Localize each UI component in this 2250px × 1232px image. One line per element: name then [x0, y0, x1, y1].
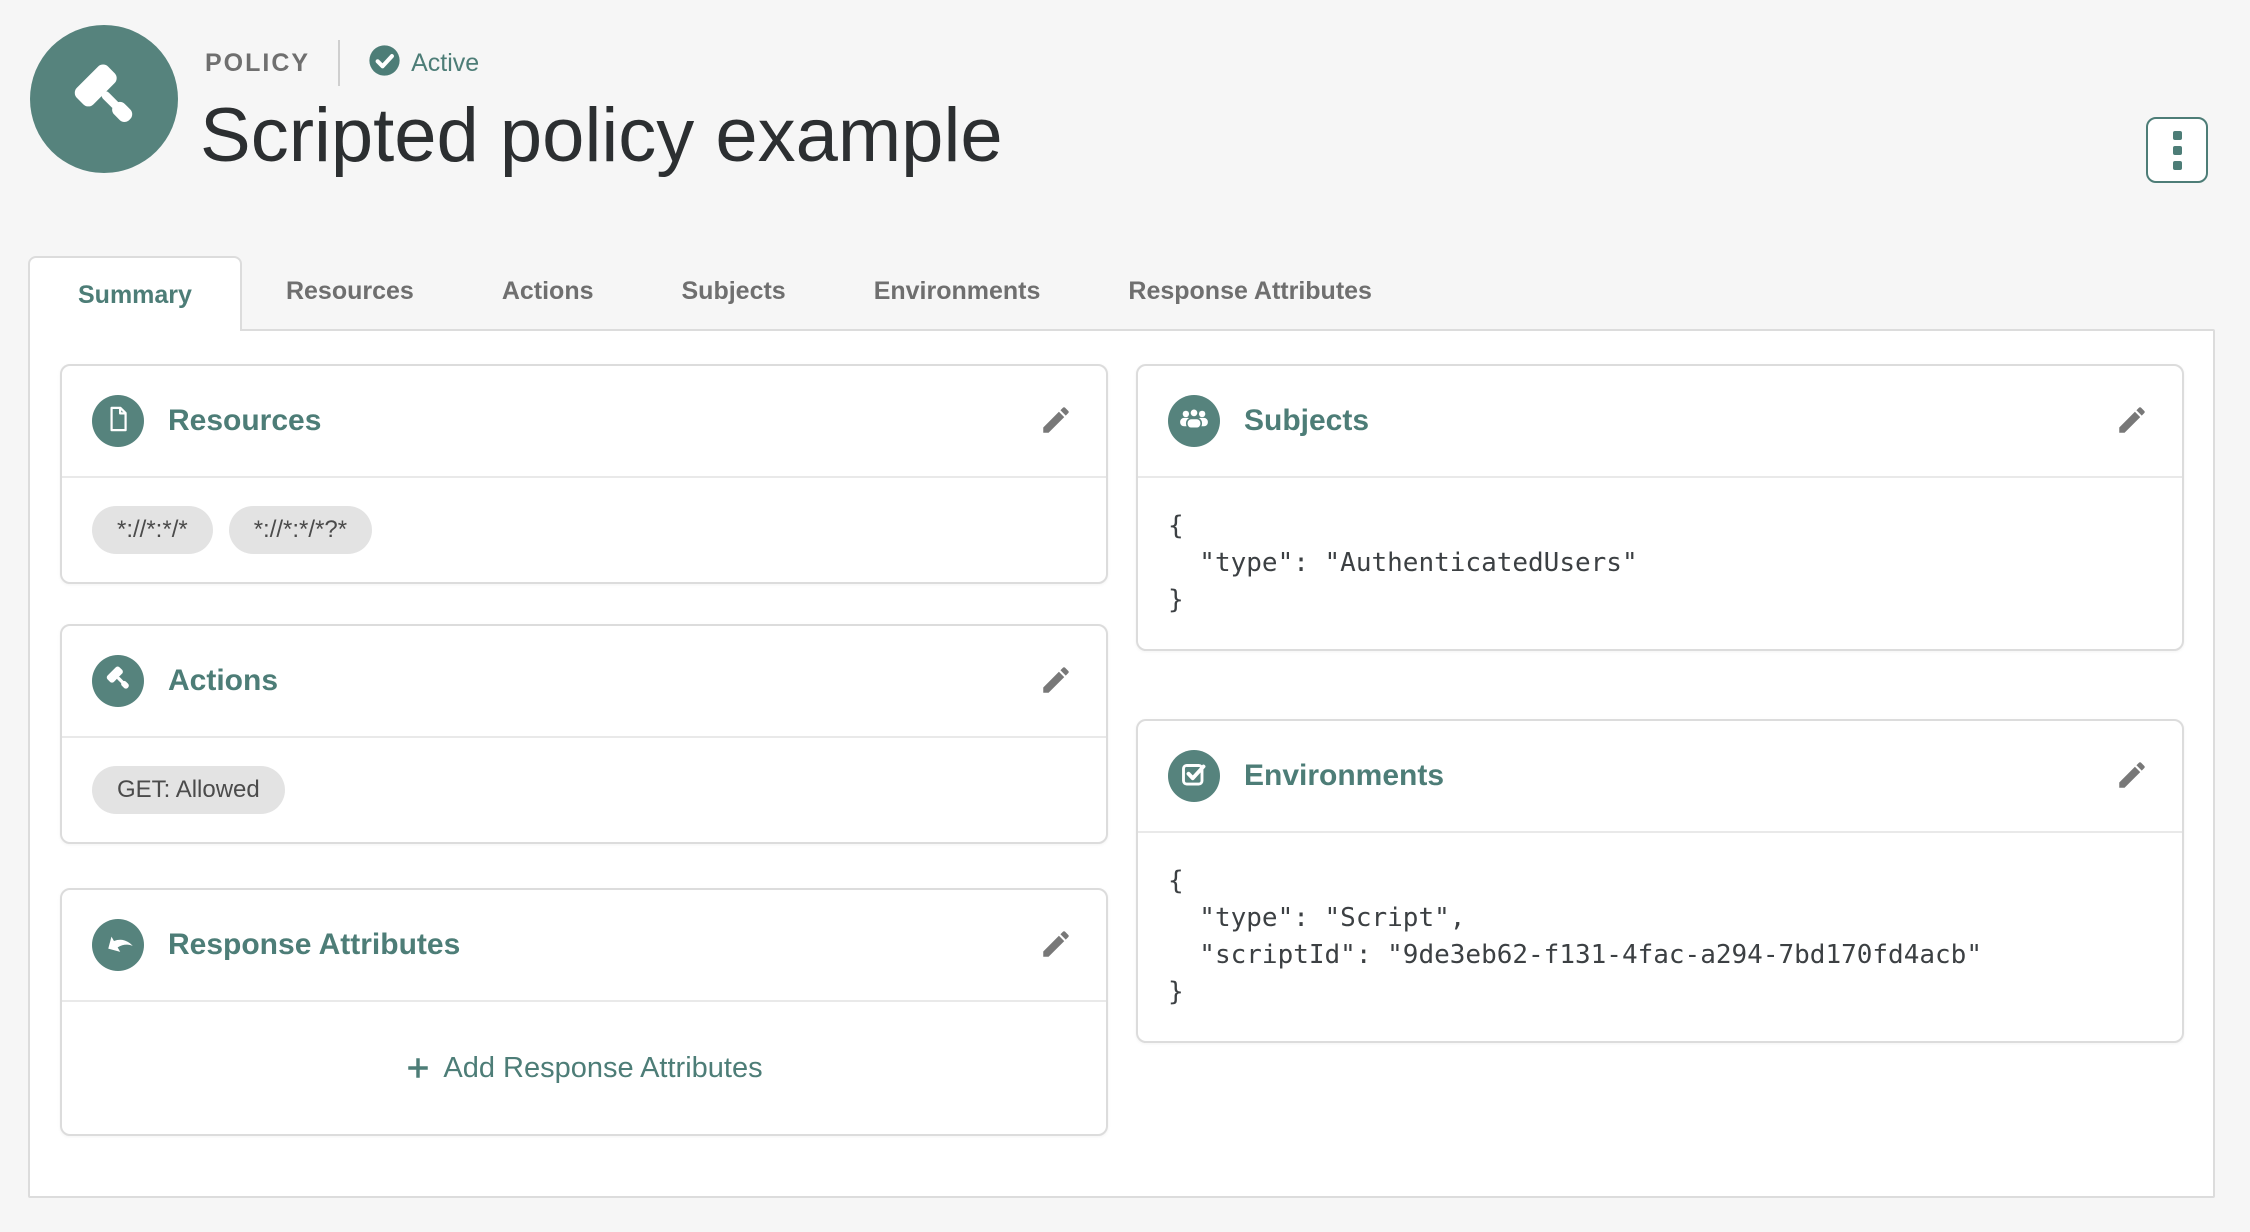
environments-card-title: Environments — [1244, 759, 1445, 792]
resources-card: Resources *://*:*/* *://*:*/*?* — [60, 364, 1108, 584]
subjects-circle — [1168, 395, 1220, 447]
policy-type-label: POLICY — [205, 48, 311, 77]
response-attributes-edit-button[interactable] — [1036, 925, 1076, 965]
tab-actions[interactable]: Actions — [458, 254, 638, 329]
response-attributes-card-body: Add Response Attributes — [62, 1002, 1106, 1134]
add-response-attributes-button[interactable]: Add Response Attributes — [405, 1051, 763, 1085]
pencil-icon — [1039, 403, 1073, 440]
subjects-card-title: Subjects — [1244, 404, 1370, 437]
left-column: Resources *://*:*/* *://*:*/*?* Actions … — [60, 364, 1108, 1136]
environments-circle — [1168, 750, 1220, 802]
status-text: Active — [411, 48, 480, 77]
gavel-icon — [103, 664, 133, 699]
subjects-edit-button[interactable] — [2112, 401, 2152, 441]
plus-icon — [405, 1055, 431, 1081]
status-badge: Active — [368, 44, 479, 82]
resource-tag: *://*:*/* — [92, 506, 213, 554]
check-square-icon — [1179, 759, 1209, 794]
reply-arrow-icon — [103, 928, 133, 963]
resources-card-header: Resources — [62, 366, 1106, 478]
environments-edit-button[interactable] — [2112, 756, 2152, 796]
tab-response-attributes[interactable]: Response Attributes — [1084, 254, 1416, 329]
check-circle-icon — [368, 44, 411, 82]
actions-card-title: Actions — [168, 664, 279, 697]
add-response-attributes-label: Add Response Attributes — [443, 1051, 763, 1084]
actions-circle — [92, 655, 144, 707]
resource-tag: *://*:*/*?* — [228, 506, 373, 554]
environments-json: { "type": "Script", "scriptId": "9de3eb6… — [1168, 866, 1982, 1007]
users-group-icon — [1178, 403, 1210, 440]
pencil-icon — [1039, 927, 1073, 964]
policy-avatar — [30, 25, 178, 173]
response-attributes-circle — [92, 919, 144, 971]
meta-divider — [338, 40, 341, 86]
resources-circle — [92, 395, 144, 447]
response-attributes-card-title: Response Attributes — [168, 928, 461, 961]
response-attributes-card: Response Attributes Add Response Attribu… — [60, 888, 1108, 1136]
pencil-icon — [2115, 403, 2149, 440]
resources-card-title: Resources — [168, 404, 322, 437]
tab-summary[interactable]: Summary — [28, 256, 242, 331]
subjects-card: Subjects { "type": "AuthenticatedUsers" … — [1136, 364, 2184, 651]
right-column: Subjects { "type": "AuthenticatedUsers" … — [1136, 364, 2184, 1043]
summary-panel: Resources *://*:*/* *://*:*/*?* Actions … — [28, 329, 2215, 1198]
file-icon — [104, 405, 132, 438]
actions-card: Actions GET: Allowed — [60, 624, 1108, 844]
pencil-icon — [1039, 663, 1073, 700]
tab-environments[interactable]: Environments — [830, 254, 1085, 329]
subjects-card-header: Subjects — [1138, 366, 2182, 478]
actions-card-body: GET: Allowed — [62, 738, 1106, 842]
tab-resources[interactable]: Resources — [242, 254, 458, 329]
kebab-icon — [2172, 130, 2182, 170]
action-tag: GET: Allowed — [92, 766, 285, 814]
actions-card-header: Actions — [62, 626, 1106, 738]
more-options-button[interactable] — [2146, 117, 2208, 183]
subjects-json: { "type": "AuthenticatedUsers" } — [1168, 511, 1638, 615]
resources-card-body: *://*:*/* *://*:*/*?* — [62, 478, 1106, 582]
pencil-icon — [2115, 758, 2149, 795]
tab-bar: Summary Resources Actions Subjects Envir… — [28, 252, 2215, 331]
environments-card-header: Environments — [1138, 721, 2182, 833]
environments-card: Environments { "type": "Script", "script… — [1136, 719, 2184, 1043]
response-attributes-card-header: Response Attributes — [62, 890, 1106, 1002]
tab-subjects[interactable]: Subjects — [638, 254, 830, 329]
page-header: POLICY Active Scripted policy example — [0, 0, 2250, 252]
gavel-icon — [65, 58, 143, 141]
page-title: Scripted policy example — [200, 93, 1003, 178]
actions-edit-button[interactable] — [1036, 661, 1076, 701]
resources-edit-button[interactable] — [1036, 401, 1076, 441]
